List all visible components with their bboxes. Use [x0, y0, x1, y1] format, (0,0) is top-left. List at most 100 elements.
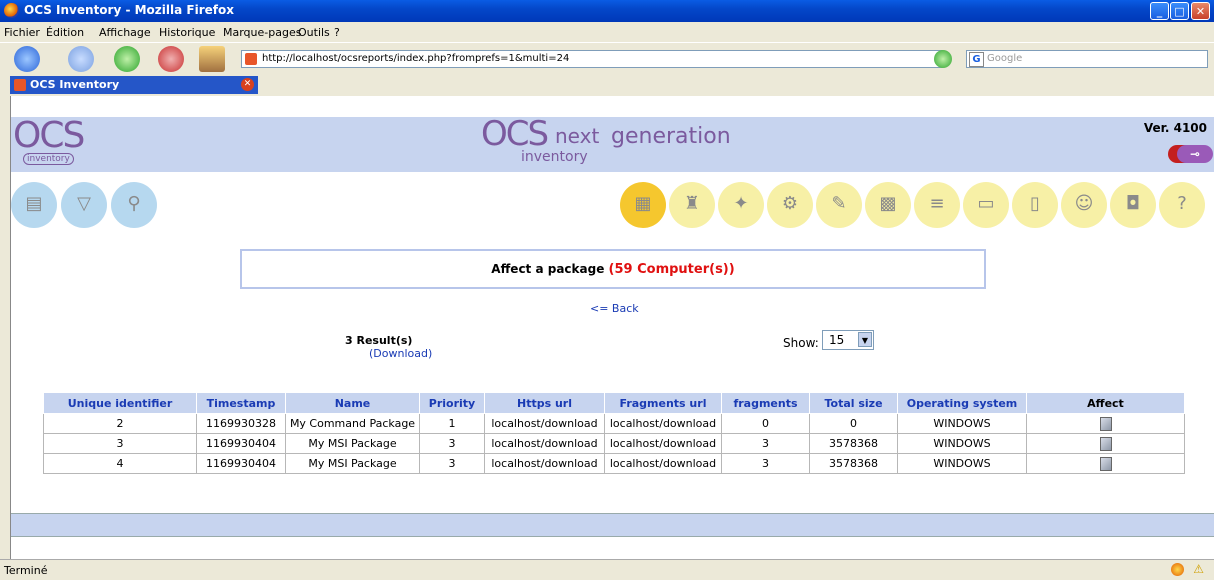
- show-select[interactable]: 15 ▼: [822, 330, 874, 350]
- cell-name: My MSI Package: [285, 433, 420, 454]
- maximize-button[interactable]: □: [1170, 2, 1189, 20]
- search-input[interactable]: G Google: [966, 50, 1208, 68]
- google-icon: G: [969, 52, 984, 67]
- tab-ocs-inventory[interactable]: OCS Inventory ✕: [10, 76, 258, 94]
- col-timestamp[interactable]: Timestamp: [196, 392, 286, 414]
- col-total-size[interactable]: Total size: [809, 392, 898, 414]
- cell-https-url: localhost/download: [484, 413, 605, 434]
- close-button[interactable]: ✕: [1191, 2, 1210, 20]
- cell-priority: 3: [419, 433, 485, 454]
- page-content: OCS inventory OCS next inventory generat…: [10, 96, 1214, 559]
- affect-package-icon[interactable]: [1099, 456, 1112, 471]
- tab-close-icon[interactable]: ✕: [241, 78, 254, 91]
- stop-icon[interactable]: [158, 46, 184, 72]
- search-placeholder: Google: [987, 53, 1023, 64]
- menu-marque-pages[interactable]: Marque-pages: [223, 26, 301, 39]
- cell-priority: 1: [419, 413, 485, 434]
- cell-affect: [1026, 413, 1185, 434]
- show-select-value: 15: [829, 333, 845, 347]
- cell-os: WINDOWS: [897, 413, 1027, 434]
- cell-id: 3: [43, 433, 197, 454]
- puzzle-icon[interactable]: ✦: [718, 182, 764, 228]
- col-operating-system[interactable]: Operating system: [897, 392, 1027, 414]
- cell-id: 4: [43, 453, 197, 474]
- col-fragments[interactable]: fragments: [721, 392, 810, 414]
- col-unique-identifier[interactable]: Unique identifier: [43, 392, 197, 414]
- window-icon[interactable]: ◘: [1110, 182, 1156, 228]
- filter-funnel-icon[interactable]: ▽: [61, 182, 107, 228]
- cell-affect: [1026, 433, 1185, 454]
- cell-total-size: 3578368: [809, 433, 898, 454]
- cell-timestamp: 1169930404: [196, 433, 286, 454]
- page-title: Affect a package: [491, 262, 605, 276]
- computers-icon[interactable]: ▤: [11, 182, 57, 228]
- help-question-icon[interactable]: ?: [1159, 182, 1205, 228]
- minimize-button[interactable]: _: [1150, 2, 1169, 20]
- navigation-toolbar: http://localhost/ocsreports/index.php?fr…: [0, 43, 1214, 75]
- ocs-logo[interactable]: OCS inventory: [13, 115, 123, 169]
- cell-fragments: 3: [721, 453, 810, 474]
- affect-package-icon[interactable]: [1099, 436, 1112, 451]
- status-bar: Terminé ⚠: [0, 559, 1214, 580]
- version-label: Ver. 4100: [1143, 121, 1207, 135]
- menu-historique[interactable]: Historique: [159, 26, 215, 39]
- cell-affect: [1026, 453, 1185, 474]
- warning-icon[interactable]: ⚠: [1193, 562, 1204, 576]
- page-footer-bar: [11, 513, 1214, 537]
- col-name[interactable]: Name: [285, 392, 420, 414]
- menu-fichier[interactable]: Fichier: [4, 26, 40, 39]
- menu-edition[interactable]: Édition: [46, 26, 84, 39]
- menu-help[interactable]: ?: [334, 26, 340, 39]
- table-row: 4 1169930404 My MSI Package 3 localhost/…: [43, 453, 1185, 474]
- cell-fragments: 3: [721, 433, 810, 454]
- back-arrow-icon[interactable]: [14, 46, 40, 72]
- cell-priority: 3: [419, 453, 485, 474]
- go-icon[interactable]: [934, 50, 952, 68]
- tab-favicon-icon: [14, 79, 26, 91]
- registry-icon[interactable]: ▩: [865, 182, 911, 228]
- show-label: Show:: [783, 336, 819, 350]
- wrench-icon[interactable]: ✎: [816, 182, 862, 228]
- cell-id: 2: [43, 413, 197, 434]
- page-title-box: Affect a package (59 Computer(s)): [240, 249, 986, 289]
- col-priority[interactable]: Priority: [419, 392, 485, 414]
- reload-icon[interactable]: [114, 46, 140, 72]
- window-titlebar: OCS Inventory - Mozilla Firefox _ □ ✕: [0, 0, 1214, 22]
- col-fragments-url[interactable]: Fragments url: [604, 392, 722, 414]
- document-icon[interactable]: ▯: [1012, 182, 1058, 228]
- cell-fragments-url: localhost/download: [604, 453, 722, 474]
- table-row: 3 1169930404 My MSI Package 3 localhost/…: [43, 433, 1185, 454]
- download-link[interactable]: (Download): [369, 347, 432, 360]
- cell-total-size: 0: [809, 413, 898, 434]
- back-link[interactable]: <= Back: [590, 302, 639, 315]
- cell-os: WINDOWS: [897, 433, 1027, 454]
- firefox-icon: [4, 3, 19, 18]
- forward-arrow-icon[interactable]: [68, 46, 94, 72]
- card-icon[interactable]: ▭: [963, 182, 1009, 228]
- scroll-icon[interactable]: ≡: [914, 182, 960, 228]
- table-row: 2 1169930328 My Command Package 1 localh…: [43, 413, 1185, 434]
- home-icon[interactable]: [199, 46, 225, 72]
- tab-bar: OCS Inventory ✕: [0, 75, 1214, 95]
- package-gift-icon[interactable]: ▦: [620, 182, 666, 228]
- chevron-down-icon[interactable]: ▼: [858, 332, 872, 347]
- cell-fragments-url: localhost/download: [604, 433, 722, 454]
- cell-name: My MSI Package: [285, 453, 420, 474]
- packages-table: Unique identifier Timestamp Name Priorit…: [43, 392, 1185, 474]
- menu-outils[interactable]: Outils: [298, 26, 330, 39]
- menu-affichage[interactable]: Affichage: [99, 26, 151, 39]
- cell-https-url: localhost/download: [484, 433, 605, 454]
- affect-package-icon[interactable]: [1099, 416, 1112, 431]
- castle-icon[interactable]: ♜: [669, 182, 715, 228]
- col-https-url[interactable]: Https url: [484, 392, 605, 414]
- key-icon[interactable]: ⊸: [1177, 145, 1213, 163]
- search-icon[interactable]: ⚲: [111, 182, 157, 228]
- ocs-next-generation-logo: OCS next inventory generation: [481, 114, 731, 165]
- window-title: OCS Inventory - Mozilla Firefox: [24, 3, 234, 17]
- url-bar[interactable]: http://localhost/ocsreports/index.php?fr…: [241, 50, 943, 68]
- col-affect: Affect: [1026, 392, 1185, 414]
- status-text: Terminé: [4, 564, 48, 577]
- user-icon[interactable]: ☺: [1061, 182, 1107, 228]
- gears-icon[interactable]: ⚙: [767, 182, 813, 228]
- ocs-header: OCS inventory OCS next inventory generat…: [11, 114, 1214, 172]
